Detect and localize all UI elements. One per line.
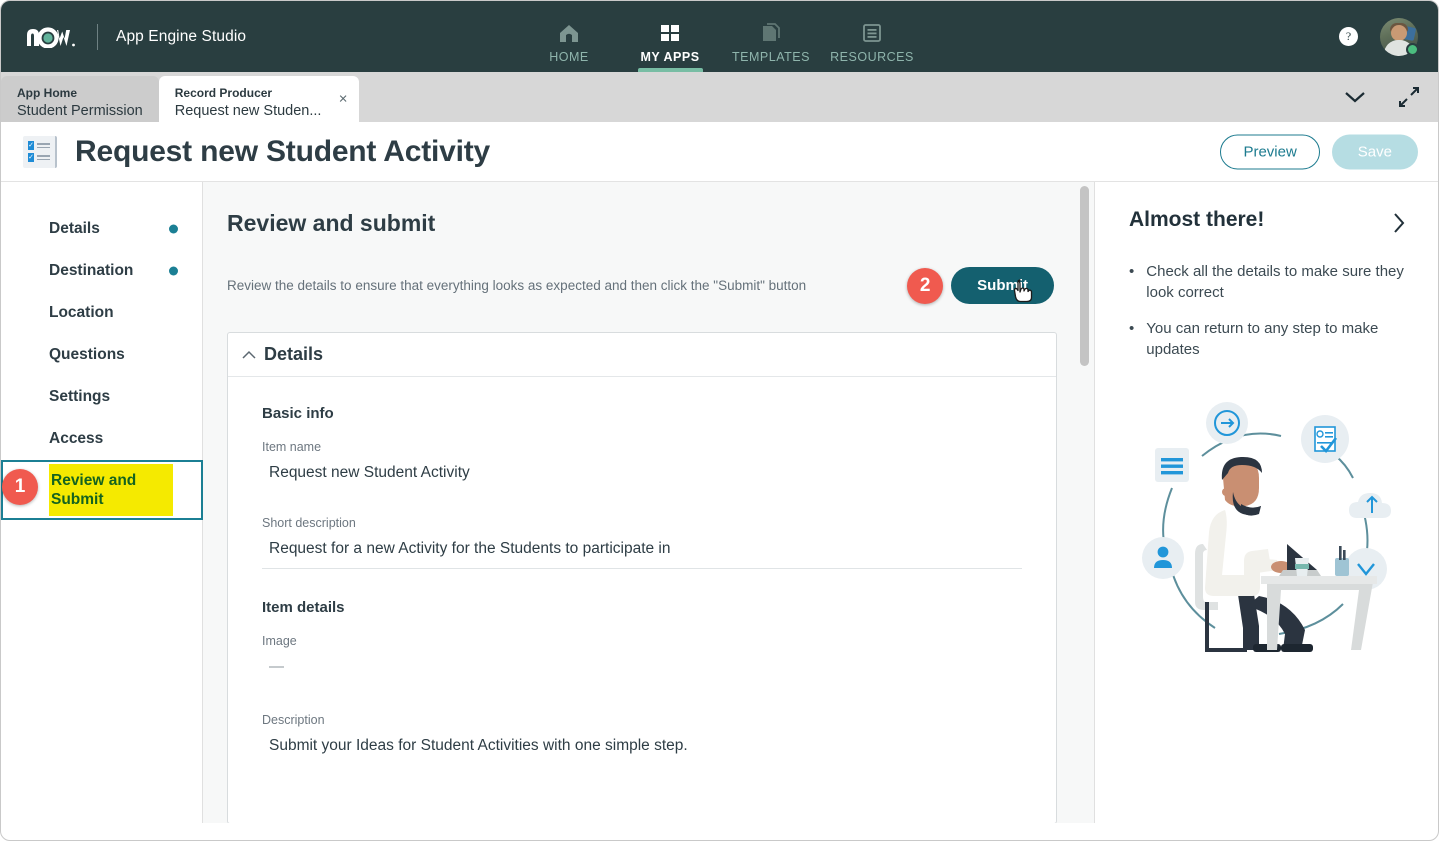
submit-button[interactable]: Submit — [951, 267, 1054, 304]
sidebar-label-settings: Settings — [49, 388, 111, 405]
field-item-name: Item name Request new Student Activity — [262, 440, 1022, 492]
help-bullet-item: • You can return to any step to make upd… — [1129, 318, 1410, 360]
section-title-basic-info: Basic info — [262, 405, 334, 422]
field-short-description: Short description Request for a new Acti… — [262, 516, 1022, 569]
preview-button[interactable]: Preview — [1220, 134, 1320, 169]
nav-label-home: HOME — [549, 50, 589, 64]
primary-nav: HOME MY APPS TEMPLATES RESOURCES — [519, 1, 923, 72]
sidebar-label-review-and-submit: Review and Submit — [51, 472, 137, 508]
tab-strip: App Home Student Permission Record Produ… — [1, 72, 1438, 122]
person-at-desk-illustration — [1129, 392, 1415, 656]
annotation-badge-1: 1 — [2, 469, 38, 505]
details-card: Details Basic info Item name Request new… — [227, 332, 1057, 823]
app-window: App Engine Studio HOME MY APPS TEMPLATES… — [0, 0, 1439, 841]
help-panel-header: Almost there! — [1129, 208, 1410, 243]
resources-icon — [861, 20, 883, 46]
bullet-glyph: • — [1129, 320, 1135, 337]
sidebar-item-destination[interactable]: Destination — [1, 250, 202, 292]
sidebar-label-location: Location — [49, 304, 114, 321]
field-image: Image — — [262, 634, 1022, 675]
header-actions: Preview Save — [1220, 134, 1418, 169]
nav-item-templates[interactable]: TEMPLATES — [721, 1, 822, 72]
sidebar-item-location[interactable]: Location — [1, 292, 202, 334]
app-name-label: App Engine Studio — [116, 27, 247, 45]
grid-icon — [659, 20, 681, 46]
help-panel-bullets: • Check all the details to make sure the… — [1129, 261, 1410, 360]
help-bullet-item: • Check all the details to make sure the… — [1129, 261, 1410, 303]
chevron-down-icon[interactable] — [1342, 89, 1368, 105]
topbar-right-actions: ? — [1339, 1, 1419, 72]
sidebar-label-questions: Questions — [49, 346, 125, 363]
avatar[interactable] — [1380, 17, 1419, 56]
status-dot-details — [169, 224, 178, 234]
sidebar-label-access: Access — [49, 430, 104, 447]
tab-record-producer-sub: Record Producer — [174, 85, 273, 100]
details-card-header[interactable]: Details — [228, 333, 1056, 377]
field-value-description: Submit your Ideas for Student Activities… — [269, 737, 688, 754]
submit-area: 2 Submit — [907, 267, 1054, 304]
bullet-glyph: • — [1129, 263, 1135, 280]
record-producer-icon: ✓ ✓ — [23, 135, 57, 168]
logo-area: App Engine Studio — [1, 23, 247, 50]
help-icon[interactable]: ? — [1339, 27, 1358, 46]
content-scrollbar[interactable] — [1080, 186, 1089, 819]
expand-icon[interactable] — [1398, 86, 1420, 108]
page-title: Request new Student Activity — [75, 134, 491, 168]
sidebar-item-details[interactable]: Details — [1, 208, 202, 250]
details-card-body: Basic info Item name Request new Student… — [228, 377, 1056, 823]
annotation-badge-2: 2 — [907, 267, 944, 304]
review-instruction-row: Review the details to ensure that everyt… — [227, 267, 1054, 304]
field-label-description: Description — [262, 713, 325, 727]
help-panel-title: Almost there! — [1129, 208, 1265, 231]
field-label-short-description: Short description — [262, 516, 356, 530]
tab-record-producer[interactable]: Record Producer Request new Studen... × — [158, 76, 360, 122]
status-online-dot — [1406, 42, 1419, 56]
scrollbar-thumb[interactable] — [1080, 186, 1089, 366]
close-icon[interactable]: × — [339, 92, 348, 107]
nav-item-home[interactable]: HOME — [519, 1, 620, 72]
sidebar-item-settings[interactable]: Settings — [1, 376, 202, 418]
save-button[interactable]: Save — [1331, 134, 1418, 169]
sidebar-item-access[interactable]: Access — [1, 418, 202, 460]
nav-label-resources: RESOURCES — [830, 50, 914, 64]
step-sidebar: Details Destination Location Questions S… — [1, 182, 203, 823]
chevron-right-icon[interactable] — [1388, 208, 1410, 243]
sidebar-label-destination: Destination — [49, 262, 134, 279]
tabstrip-right-actions — [1342, 72, 1420, 122]
field-value-item-name: Request new Student Activity — [269, 464, 470, 481]
tab-app-home[interactable]: App Home Student Permission — [1, 76, 159, 122]
field-label-item-name: Item name — [262, 440, 322, 454]
nav-label-my-apps: MY APPS — [640, 50, 700, 64]
main-content: Review and submit Review the details to … — [203, 182, 1094, 823]
review-instruction-text: Review the details to ensure that everyt… — [227, 278, 807, 293]
section-title-item-details: Item details — [262, 599, 345, 616]
nav-item-my-apps[interactable]: MY APPS — [620, 1, 721, 72]
sidebar-item-questions[interactable]: Questions — [1, 334, 202, 376]
nav-item-resources[interactable]: RESOURCES — [822, 1, 923, 72]
templates-icon — [760, 20, 782, 46]
details-card-title: Details — [264, 344, 324, 364]
top-navigation-bar: App Engine Studio HOME MY APPS TEMPLATES… — [1, 1, 1438, 72]
tab-app-home-title: Student Permission — [17, 102, 143, 119]
body-area: Details Destination Location Questions S… — [1, 182, 1438, 823]
field-description: Description Submit your Ideas for Studen… — [262, 713, 1022, 765]
help-bullet-text: You can return to any step to make updat… — [1146, 320, 1379, 358]
field-value-short-description: Request for a new Activity for the Stude… — [269, 540, 671, 557]
field-label-image: Image — [262, 634, 297, 648]
tab-record-producer-title: Request new Studen... — [174, 102, 322, 119]
tab-app-home-sub: App Home — [17, 85, 77, 100]
page-header: ✓ ✓ Request new Student Activity Preview… — [1, 122, 1438, 182]
logo-divider — [97, 23, 98, 50]
sidebar-label-details: Details — [49, 220, 100, 237]
now-logo[interactable] — [25, 26, 77, 48]
help-bullet-text: Check all the details to make sure they … — [1146, 263, 1404, 301]
section-heading: Review and submit — [227, 210, 436, 236]
field-value-image: — — [269, 658, 284, 675]
chevron-up-icon[interactable] — [242, 348, 256, 362]
home-icon — [558, 20, 580, 46]
status-dot-destination — [169, 266, 178, 276]
help-panel: Almost there! • Check all the details to… — [1094, 182, 1438, 823]
nav-label-templates: TEMPLATES — [732, 50, 810, 64]
